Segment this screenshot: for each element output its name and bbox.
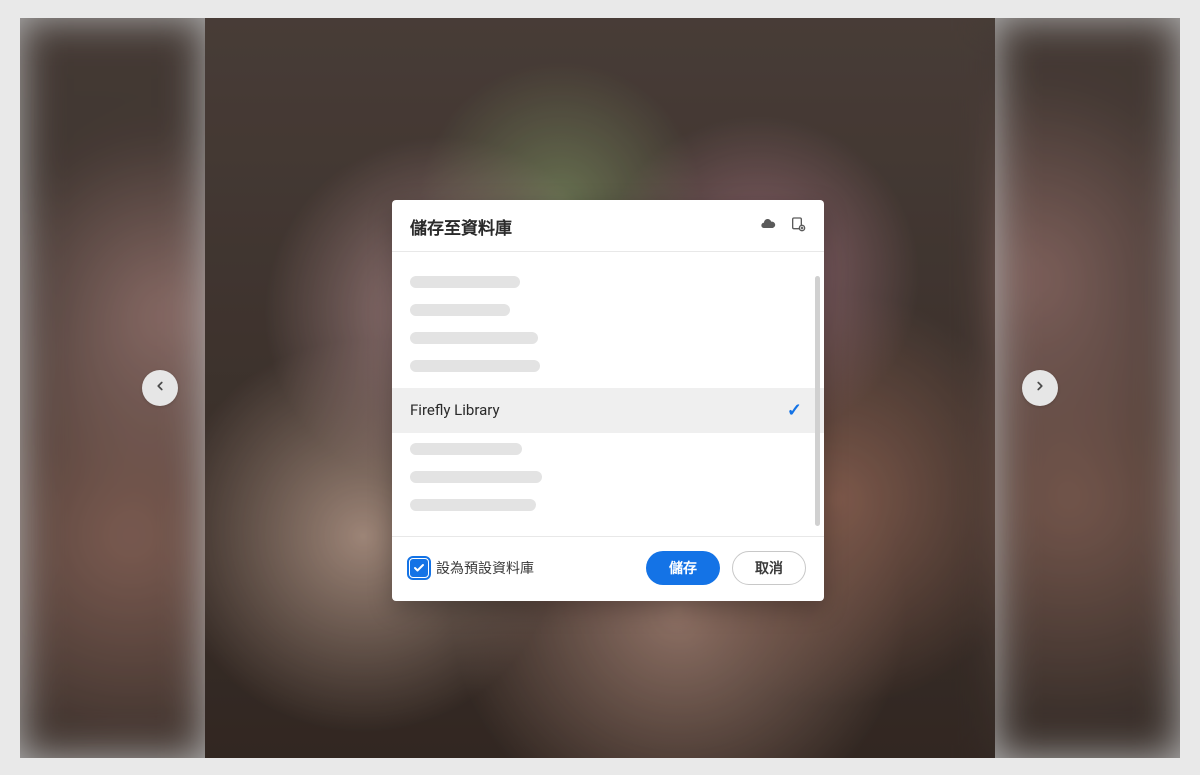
library-item-placeholder bbox=[410, 332, 538, 344]
library-item-placeholder bbox=[410, 304, 510, 316]
library-item-placeholder bbox=[410, 471, 542, 483]
default-library-checkbox[interactable] bbox=[410, 559, 428, 577]
dialog-footer: 設為預設資料庫 儲存 取消 bbox=[392, 536, 824, 601]
previous-image-button[interactable] bbox=[142, 370, 178, 406]
save-to-library-dialog: 儲存至資料庫 Firefly Library ✓ bbox=[392, 200, 824, 601]
cloud-icon[interactable] bbox=[760, 216, 776, 236]
save-button[interactable]: 儲存 bbox=[646, 551, 720, 585]
library-item-placeholder bbox=[410, 499, 536, 511]
library-item-placeholder bbox=[410, 443, 522, 455]
chevron-left-icon bbox=[153, 379, 167, 396]
next-image-button[interactable] bbox=[1022, 370, 1058, 406]
dialog-header: 儲存至資料庫 bbox=[392, 200, 824, 252]
check-icon: ✓ bbox=[787, 400, 802, 421]
scrollbar[interactable] bbox=[815, 276, 820, 526]
add-library-icon[interactable] bbox=[790, 216, 806, 236]
default-library-label: 設為預設資料庫 bbox=[436, 558, 534, 578]
library-item-label: Firefly Library bbox=[410, 401, 500, 419]
dialog-header-actions bbox=[760, 216, 806, 236]
dialog-actions: 儲存 取消 bbox=[646, 551, 806, 585]
library-item-placeholder bbox=[410, 360, 540, 372]
chevron-right-icon bbox=[1033, 379, 1047, 396]
default-library-toggle[interactable]: 設為預設資料庫 bbox=[410, 558, 534, 578]
cancel-button[interactable]: 取消 bbox=[732, 551, 806, 585]
library-list: Firefly Library ✓ bbox=[392, 252, 824, 536]
dialog-title: 儲存至資料庫 bbox=[410, 214, 512, 239]
library-item-placeholder bbox=[410, 276, 520, 288]
image-viewer-stage: 儲存至資料庫 Firefly Library ✓ bbox=[20, 18, 1180, 758]
library-item-selected[interactable]: Firefly Library ✓ bbox=[392, 388, 824, 433]
